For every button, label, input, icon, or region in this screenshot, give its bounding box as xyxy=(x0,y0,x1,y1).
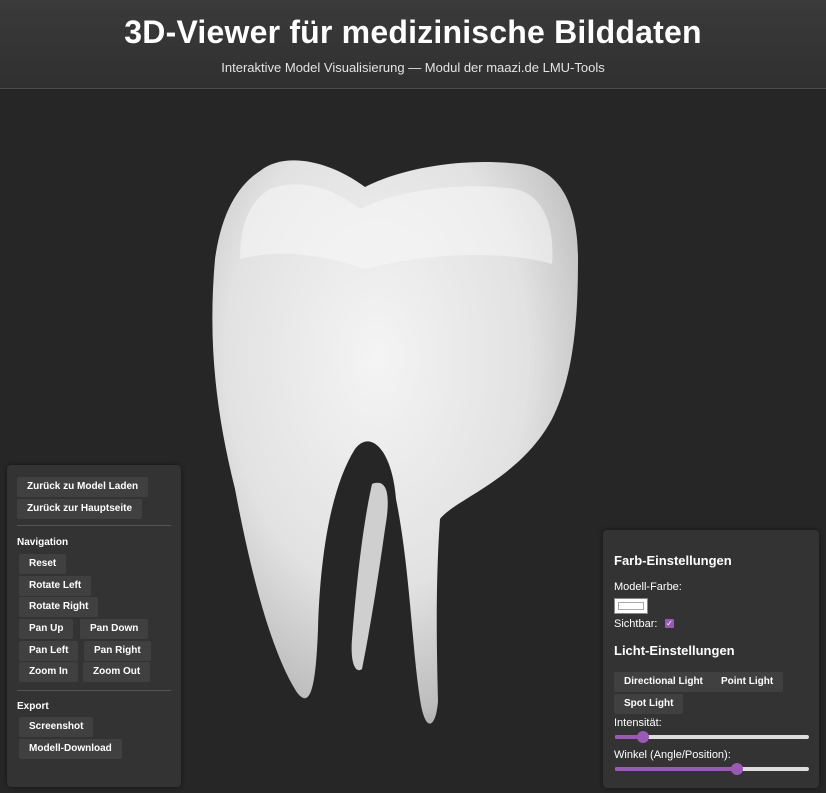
color-settings-title: Farb-Einstellungen xyxy=(614,553,732,568)
intensity-slider-thumb[interactable] xyxy=(636,731,649,743)
pan-left-button[interactable]: Pan Left xyxy=(19,641,79,661)
screenshot-button[interactable]: Screenshot xyxy=(19,717,94,737)
pan-down-button[interactable]: Pan Down xyxy=(80,619,149,639)
page-subtitle: Interaktive Model Visualisierung — Modul… xyxy=(221,60,605,75)
divider xyxy=(17,525,171,526)
back-to-model-load-button[interactable]: Zurück zu Model Laden xyxy=(17,477,149,497)
navigation-panel: Zurück zu Model Laden Zurück zur Hauptse… xyxy=(7,465,181,787)
angle-slider[interactable] xyxy=(615,763,809,775)
pan-up-button[interactable]: Pan Up xyxy=(19,619,74,639)
model-download-button[interactable]: Modell-Download xyxy=(19,739,122,759)
navigation-title: Navigation xyxy=(17,537,69,548)
page-title: 3D-Viewer für medizinische Bilddaten xyxy=(124,14,702,50)
visible-label: Sichtbar: xyxy=(614,618,658,630)
angle-label: Winkel (Angle/Position): xyxy=(614,749,731,761)
light-settings-title: Licht-Einstellungen xyxy=(614,643,735,658)
angle-slider-thumb[interactable] xyxy=(731,763,744,775)
zoom-in-button[interactable]: Zoom In xyxy=(19,662,78,682)
point-light-button[interactable]: Point Light xyxy=(711,672,784,692)
spot-light-button[interactable]: Spot Light xyxy=(614,694,684,714)
back-to-main-button[interactable]: Zurück zur Hauptseite xyxy=(17,499,143,519)
export-title: Export xyxy=(17,701,49,712)
directional-light-button[interactable]: Directional Light xyxy=(614,672,713,692)
settings-panel: Farb-Einstellungen Modell-Farbe: Sichtba… xyxy=(603,530,819,788)
visible-checkbox[interactable]: ✓ xyxy=(665,619,674,628)
rotate-right-button[interactable]: Rotate Right xyxy=(19,597,99,617)
rotate-left-button[interactable]: Rotate Left xyxy=(19,576,92,596)
zoom-out-button[interactable]: Zoom Out xyxy=(83,662,151,682)
pan-right-button[interactable]: Pan Right xyxy=(84,641,151,661)
angle-slider-fill xyxy=(615,767,738,771)
model-color-label: Modell-Farbe: xyxy=(614,581,682,593)
intensity-slider[interactable] xyxy=(615,731,809,743)
tooth-inner-root xyxy=(351,482,388,671)
reset-button[interactable]: Reset xyxy=(19,554,67,574)
model-color-picker[interactable] xyxy=(614,598,648,614)
intensity-label: Intensität: xyxy=(614,717,662,729)
app-header: 3D-Viewer für medizinische Bilddaten Int… xyxy=(0,0,826,89)
divider xyxy=(17,690,171,691)
